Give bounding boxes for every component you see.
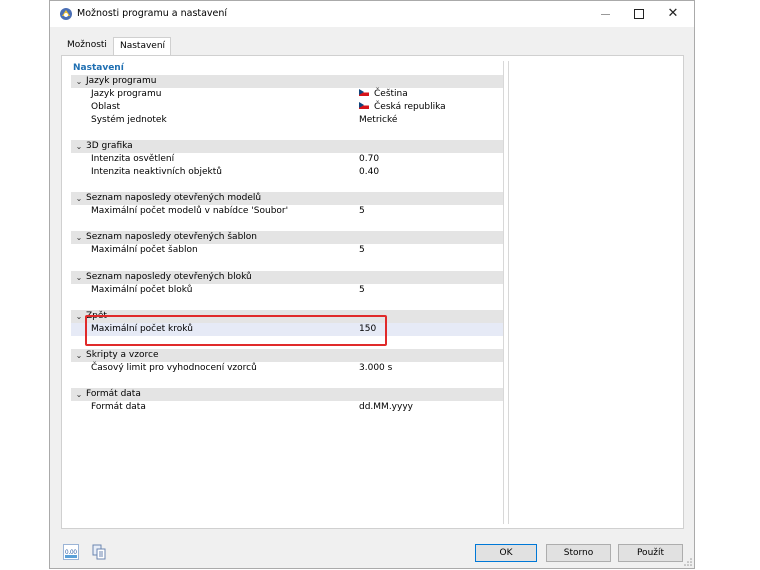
settings-panel: Nastavení ⌄ Jazyk programu Jazyk program… — [61, 55, 684, 529]
property-row-intenzita-neaktivnich[interactable]: Intenzita neaktivních objektů 0.40 — [71, 166, 503, 179]
decimal-units-icon[interactable]: 0.00 — [63, 544, 79, 560]
category-skripty-vzorce[interactable]: ⌄ Skripty a vzorce — [71, 349, 503, 362]
tab-label: Nastavení — [120, 41, 166, 51]
category-zpet[interactable]: ⌄ Zpět — [71, 310, 503, 323]
property-value[interactable]: 0.40 — [359, 167, 379, 177]
ok-button[interactable]: OK — [475, 544, 537, 562]
app-icon — [60, 8, 72, 20]
chevron-down-icon[interactable]: ⌄ — [74, 77, 84, 87]
chevron-down-icon[interactable]: ⌄ — [74, 312, 84, 322]
chevron-down-icon[interactable]: ⌄ — [74, 273, 84, 283]
category-recent-models[interactable]: ⌄ Seznam naposledy otevřených modelů — [71, 192, 503, 205]
chevron-down-icon[interactable]: ⌄ — [74, 233, 84, 243]
property-row-system-jednotek[interactable]: Systém jednotek Metrické — [71, 114, 503, 127]
category-recent-templates[interactable]: ⌄ Seznam naposledy otevřených šablon — [71, 231, 503, 244]
property-label: Systém jednotek — [91, 115, 167, 125]
title-bar: Možnosti programu a nastavení ✕ — [50, 1, 694, 27]
category-3d-grafika[interactable]: ⌄ 3D grafika — [71, 140, 503, 153]
property-row-max-kroku[interactable]: Maximální počet kroků 150 — [71, 323, 503, 336]
category-label: Zpět — [86, 311, 107, 321]
minimize-button[interactable] — [588, 1, 622, 27]
property-value[interactable]: 150 — [359, 324, 376, 334]
chevron-down-icon[interactable]: ⌄ — [74, 194, 84, 204]
close-button[interactable]: ✕ — [656, 1, 690, 27]
window-title: Možnosti programu a nastavení — [77, 8, 228, 19]
property-row-max-sablon[interactable]: Maximální počet šablon 5 — [71, 244, 503, 257]
maximize-button[interactable] — [622, 1, 656, 27]
pouzit-button[interactable]: Použít — [618, 544, 683, 562]
property-label: Maximální počet modelů v nabídce 'Soubor… — [91, 206, 289, 216]
grid-header: Nastavení — [73, 63, 124, 73]
property-value[interactable]: Česká republika — [359, 102, 446, 112]
property-row-max-modelu[interactable]: Maximální počet modelů v nabídce 'Soubor… — [71, 205, 503, 218]
property-value[interactable]: 5 — [359, 285, 365, 295]
copy-settings-icon[interactable] — [91, 544, 107, 560]
category-label: Formát data — [86, 389, 141, 399]
property-label: Intenzita osvětlení — [91, 154, 175, 164]
chevron-down-icon[interactable]: ⌄ — [74, 142, 84, 152]
maximize-icon — [634, 9, 644, 19]
property-value[interactable]: Čeština — [359, 89, 408, 99]
category-recent-blocks[interactable]: ⌄ Seznam naposledy otevřených bloků — [71, 271, 503, 284]
chevron-down-icon[interactable]: ⌄ — [74, 390, 84, 400]
chevron-down-icon[interactable]: ⌄ — [74, 351, 84, 361]
category-format-data[interactable]: ⌄ Formát data — [71, 388, 503, 401]
property-row-casovy-limit[interactable]: Časový limit pro vyhodnocení vzorců 3.00… — [71, 362, 503, 375]
property-label: Časový limit pro vyhodnocení vzorců — [91, 363, 257, 373]
storno-button[interactable]: Storno — [546, 544, 611, 562]
category-label: Skripty a vzorce — [86, 350, 159, 360]
category-jazyk-programu[interactable]: ⌄ Jazyk programu — [71, 75, 503, 88]
value-text: Čeština — [374, 89, 408, 99]
property-label: Intenzita neaktivních objektů — [91, 167, 223, 177]
property-value[interactable]: 3.000 s — [359, 363, 392, 373]
property-row-jazyk-programu[interactable]: Jazyk programu Čeština — [71, 88, 503, 101]
tab-nastaveni[interactable]: Nastavení — [113, 37, 171, 55]
category-label: Seznam naposledy otevřených šablon — [86, 232, 257, 242]
category-label: Jazyk programu — [86, 76, 157, 86]
category-label: Seznam naposledy otevřených bloků — [86, 272, 252, 282]
property-row-format-data[interactable]: Formát data dd.MM.yyyy — [71, 401, 503, 414]
options-dialog: Možnosti programu a nastavení ✕ Možnosti… — [49, 0, 695, 569]
tab-moznosti[interactable]: Možnosti — [61, 37, 113, 55]
property-value[interactable]: 5 — [359, 245, 365, 255]
close-icon: ✕ — [667, 6, 679, 21]
property-row-max-bloku[interactable]: Maximální počet bloků 5 — [71, 284, 503, 297]
category-label: 3D grafika — [86, 141, 133, 151]
property-label: Jazyk programu — [91, 89, 162, 99]
resize-grip-icon[interactable] — [684, 558, 692, 566]
units-label: 0.00 — [65, 550, 77, 556]
property-row-intenzita-osvetleni[interactable]: Intenzita osvětlení 0.70 — [71, 153, 503, 166]
czech-flag-icon — [359, 89, 369, 96]
property-value[interactable]: Metrické — [359, 115, 397, 125]
tab-label: Možnosti — [67, 40, 107, 50]
property-label: Oblast — [91, 102, 121, 112]
property-label: Maximální počet šablon — [91, 245, 198, 255]
property-value[interactable]: dd.MM.yyyy — [359, 402, 413, 412]
description-panel — [508, 61, 677, 524]
property-label: Maximální počet kroků — [91, 324, 193, 334]
minimize-icon — [600, 13, 610, 15]
property-grid: Nastavení ⌄ Jazyk programu Jazyk program… — [71, 61, 504, 524]
czech-flag-icon — [359, 102, 369, 109]
property-label: Maximální počet bloků — [91, 285, 193, 295]
value-text: Česká republika — [374, 102, 446, 112]
property-row-oblast[interactable]: Oblast Česká republika — [71, 101, 503, 114]
category-label: Seznam naposledy otevřených modelů — [86, 193, 262, 203]
property-value[interactable]: 5 — [359, 206, 365, 216]
property-label: Formát data — [91, 402, 146, 412]
property-value[interactable]: 0.70 — [359, 154, 379, 164]
